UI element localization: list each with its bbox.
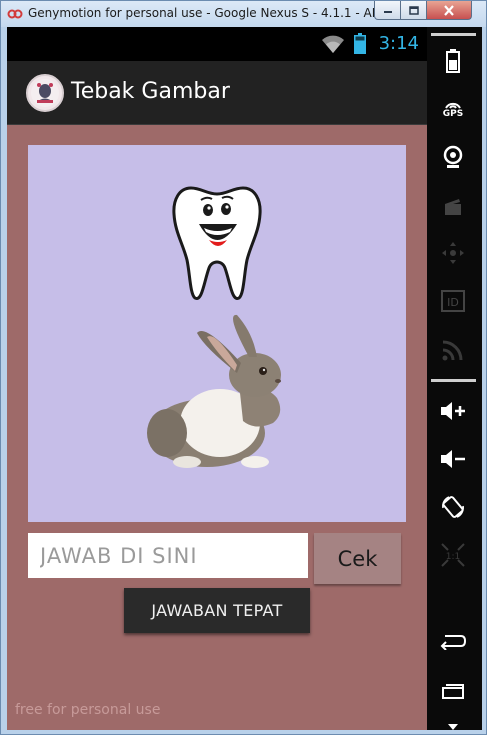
rotate-icon (442, 496, 464, 518)
minimize-button[interactable] (374, 1, 401, 20)
genymotion-window: Genymotion for personal use - Google Nex… (0, 0, 487, 735)
sidebar-item-gps[interactable]: GPS (435, 91, 471, 127)
answer-input[interactable] (28, 533, 308, 578)
sidebar-item-camera[interactable] (435, 139, 471, 175)
gps-label: GPS (442, 109, 464, 119)
genymotion-app-icon (7, 9, 23, 19)
sidebar-item-cast[interactable] (435, 332, 471, 368)
scale-label: 1:1 (446, 552, 460, 562)
id-icon: ID (441, 290, 465, 312)
gps-icon (445, 102, 461, 109)
action-bar: Tebak Gambar (7, 61, 427, 125)
sidebar-item-rotate[interactable] (435, 489, 471, 525)
sidebar-item-recent-apps[interactable] (435, 673, 471, 709)
sidebar-item-back[interactable] (435, 623, 471, 659)
capture-icon (445, 199, 461, 215)
sidebar-item-id[interactable]: ID (435, 283, 471, 319)
id-label: ID (447, 296, 459, 309)
puzzle-picture (28, 145, 406, 522)
back-icon (440, 635, 467, 650)
sidebar-divider (431, 33, 476, 36)
volume-up-icon (441, 402, 465, 420)
genymotion-sidebar: GPS ID 1:1 (427, 27, 482, 730)
check-button[interactable]: Cek (314, 533, 401, 584)
window-title: Genymotion for personal use - Google Nex… (28, 6, 417, 20)
sidebar-divider (431, 379, 476, 382)
close-icon (444, 4, 454, 16)
game-content: Cek JAWABAN TEPAT free for personal use (7, 125, 427, 730)
close-button[interactable] (426, 1, 472, 20)
scale-icon: 1:1 (441, 543, 465, 567)
sidebar-item-volume-down[interactable] (435, 441, 471, 477)
app-title: Tebak Gambar (71, 79, 230, 104)
volume-down-icon (441, 450, 465, 468)
battery-icon (354, 33, 366, 54)
maximize-icon (408, 5, 419, 15)
wifi-icon (322, 35, 344, 53)
sidebar-item-battery[interactable] (435, 43, 471, 79)
sidebar-scroll-down-icon[interactable] (448, 715, 458, 734)
app-logo-graphic (31, 79, 59, 107)
device-frame: 3:14 Tebak Gambar JAWAB DI SINI Cek JAWA… (7, 27, 482, 730)
maximize-button[interactable] (400, 1, 427, 20)
sidebar-item-volume-up[interactable] (435, 393, 471, 429)
status-time: 3:14 (378, 33, 419, 54)
watermark-text: free for personal use (15, 702, 161, 718)
sidebar-item-scale[interactable]: 1:1 (435, 537, 471, 573)
sidebar-item-capture[interactable] (435, 189, 471, 225)
minimize-icon (383, 11, 392, 13)
app-logo-icon[interactable] (26, 74, 64, 112)
recent-apps-icon (442, 684, 464, 699)
battery-widget-icon (446, 49, 460, 73)
camera-icon (443, 145, 463, 168)
window-titlebar: Genymotion for personal use - Google Nex… (1, 1, 486, 27)
tooth-icon (172, 186, 262, 300)
chevron-down-icon (448, 724, 458, 730)
rabbit-icon (147, 314, 281, 468)
dpad-icon (442, 242, 464, 264)
android-statusbar: 3:14 (7, 27, 427, 61)
correct-answer-button[interactable]: JAWABAN TEPAT (124, 588, 310, 633)
phone-screen: 3:14 Tebak Gambar JAWAB DI SINI Cek JAWA… (7, 27, 427, 730)
sidebar-item-dpad[interactable] (435, 235, 471, 271)
cast-icon (442, 340, 463, 361)
